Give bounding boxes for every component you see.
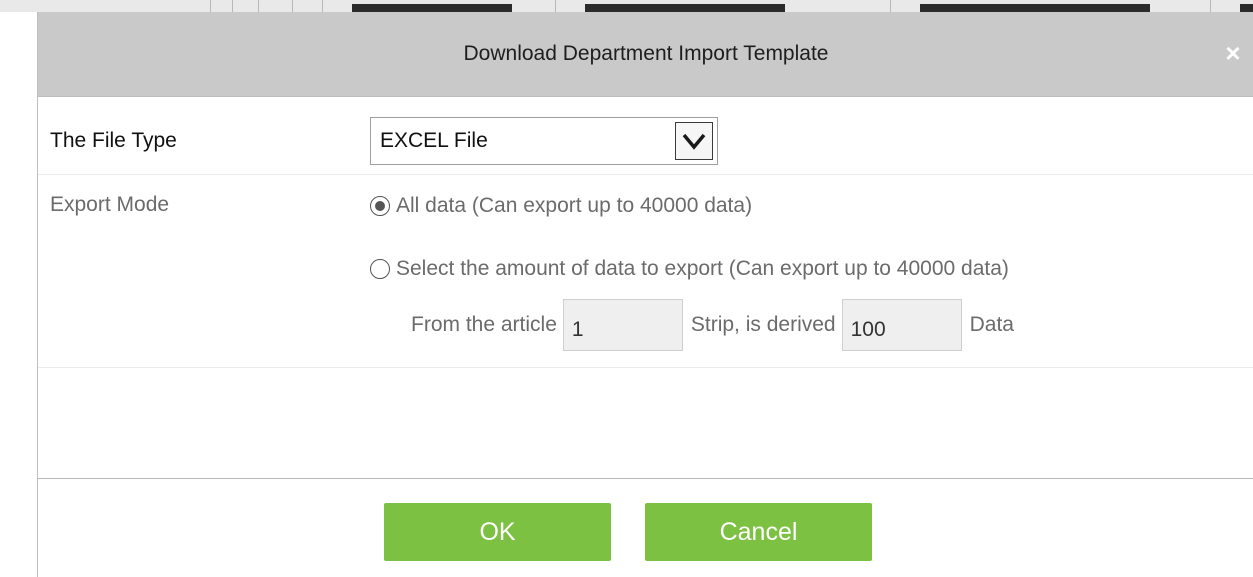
- radio-button-unchecked[interactable]: [370, 259, 390, 279]
- footer-divider: [38, 478, 1253, 479]
- dialog-titlebar: Download Department Import Template ×: [38, 12, 1253, 97]
- chevron-down-icon[interactable]: [675, 122, 713, 160]
- radio-all-data[interactable]: All data (Can export up to 40000 data): [370, 191, 752, 221]
- strip-derived-label: Strip, is derived: [690, 313, 836, 336]
- page: Download Department Import Template × Th…: [0, 0, 1253, 577]
- row-separator: [38, 367, 1253, 368]
- export-range-row: From the article Strip, is derived Data: [411, 298, 1014, 352]
- radio-select-amount-label: Select the amount of data to export (Can…: [396, 257, 1009, 280]
- row-separator: [38, 174, 1253, 175]
- cancel-button[interactable]: Cancel: [645, 503, 872, 561]
- ok-button[interactable]: OK: [384, 503, 611, 561]
- radio-all-data-label: All data (Can export up to 40000 data): [396, 194, 753, 217]
- from-article-input[interactable]: [562, 299, 683, 351]
- background-table-header: [0, 0, 1253, 12]
- file-type-value: EXCEL File: [380, 129, 488, 152]
- from-article-label: From the article: [411, 313, 557, 336]
- close-icon[interactable]: ×: [1218, 38, 1248, 68]
- file-type-label: The File Type: [50, 129, 177, 152]
- download-template-dialog: Download Department Import Template × Th…: [37, 12, 1253, 577]
- radio-button-checked[interactable]: [370, 196, 390, 216]
- dialog-title: Download Department Import Template: [463, 42, 829, 65]
- file-type-select[interactable]: EXCEL File: [370, 117, 718, 165]
- data-label: Data: [969, 313, 1014, 336]
- radio-select-amount[interactable]: Select the amount of data to export (Can…: [370, 254, 1009, 284]
- count-input[interactable]: [841, 299, 962, 351]
- export-mode-label: Export Mode: [50, 193, 170, 216]
